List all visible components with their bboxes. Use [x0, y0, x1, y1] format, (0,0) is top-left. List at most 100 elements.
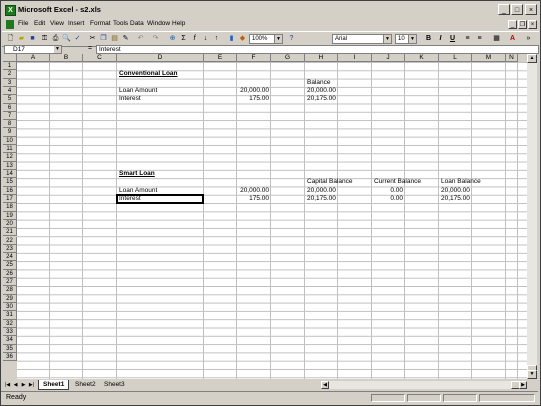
menu-tools[interactable]: Tools: [113, 20, 128, 27]
bold-button[interactable]: B: [424, 34, 433, 43]
cell-f4[interactable]: 20,000.00: [239, 87, 269, 95]
cell-h4[interactable]: 20,000.00: [307, 87, 336, 95]
hyperlink-icon[interactable]: ⊕: [168, 34, 177, 43]
row-header-17[interactable]: 17: [3, 194, 17, 204]
horizontal-scrollbar[interactable]: ◀ ▶: [321, 381, 527, 389]
format-painter-icon[interactable]: ✎: [121, 34, 130, 43]
row-header-7[interactable]: 7: [3, 111, 17, 121]
menu-view[interactable]: View: [50, 20, 64, 27]
cut-icon[interactable]: ✂: [88, 34, 97, 43]
menu-insert[interactable]: Insert: [68, 20, 84, 27]
row-header-18[interactable]: 18: [3, 203, 17, 212]
minimize-button[interactable]: _: [498, 4, 510, 15]
chevron-down-icon[interactable]: ▼: [274, 35, 282, 43]
zoom-combo[interactable]: 100% ▼: [249, 34, 283, 44]
row-header-21[interactable]: 21: [3, 228, 17, 237]
row-header-16[interactable]: 16: [3, 186, 17, 195]
workbook-icon[interactable]: [6, 20, 14, 29]
column-header-g[interactable]: G: [271, 54, 305, 62]
underline-button[interactable]: U: [448, 34, 457, 43]
cell-h5[interactable]: 20,175.00: [307, 95, 336, 103]
cell-h17[interactable]: 20,175.00: [307, 195, 336, 203]
menu-file[interactable]: File: [18, 20, 28, 27]
permission-icon[interactable]: ⚿: [40, 34, 49, 43]
row-header-34[interactable]: 34: [3, 336, 17, 345]
row-header-19[interactable]: 19: [3, 211, 17, 220]
row-header-13[interactable]: 13: [3, 161, 17, 171]
row-header-3[interactable]: 3: [3, 78, 17, 87]
italic-button[interactable]: I: [436, 34, 445, 43]
cell-f17[interactable]: 175.00: [239, 195, 269, 203]
row-header-12[interactable]: 12: [3, 153, 17, 162]
row-header-14[interactable]: 14: [3, 170, 17, 179]
first-sheet-icon[interactable]: |◀: [4, 381, 11, 389]
cell-d5[interactable]: Interest: [119, 95, 141, 103]
cell-l17[interactable]: 20,175.00: [441, 195, 470, 203]
row-header-9[interactable]: 9: [3, 128, 17, 137]
borders-icon[interactable]: ▦: [492, 34, 501, 43]
copy-icon[interactable]: ❐: [99, 34, 108, 43]
align-left-icon[interactable]: ≡: [463, 34, 472, 43]
font-size-combo[interactable]: 10 ▼: [395, 34, 417, 44]
row-header-4[interactable]: 4: [3, 86, 17, 96]
cell-h15[interactable]: Capital Balance: [307, 178, 353, 186]
prev-sheet-icon[interactable]: ◀: [12, 381, 19, 389]
scroll-up-icon[interactable]: ▲: [527, 54, 537, 63]
row-header-28[interactable]: 28: [3, 286, 17, 295]
function-icon[interactable]: f: [190, 34, 199, 43]
row-header-8[interactable]: 8: [3, 120, 17, 129]
column-header-j[interactable]: J: [372, 54, 405, 62]
select-all-corner[interactable]: [3, 54, 17, 62]
row-header-10[interactable]: 10: [3, 136, 17, 146]
column-header-b[interactable]: B: [50, 54, 83, 62]
cell-h3[interactable]: Balance: [307, 79, 331, 87]
row-header-20[interactable]: 20: [3, 219, 17, 229]
chart-wizard-icon[interactable]: ▮: [227, 34, 236, 43]
cell-l16[interactable]: 20,000.00: [441, 187, 470, 195]
row-header-15[interactable]: 15: [3, 178, 17, 187]
cell-f5[interactable]: 175.00: [239, 95, 269, 103]
row-header-33[interactable]: 33: [3, 327, 17, 337]
help-icon[interactable]: ?: [287, 34, 296, 43]
cell-j16[interactable]: 0.00: [374, 187, 403, 195]
scroll-down-icon[interactable]: ▼: [527, 370, 537, 379]
menu-help[interactable]: Help: [172, 20, 185, 27]
excel-app-icon[interactable]: X: [5, 5, 16, 16]
tab-sheet2[interactable]: Sheet2: [71, 380, 100, 389]
column-header-h[interactable]: H: [305, 54, 338, 62]
scroll-left-icon[interactable]: ◀: [321, 381, 329, 389]
redo-icon[interactable]: ↷: [151, 34, 160, 43]
font-color-icon[interactable]: A: [508, 34, 517, 43]
chevron-down-icon[interactable]: ▼: [54, 46, 61, 53]
row-header-27[interactable]: 27: [3, 278, 17, 287]
align-center-icon[interactable]: ≡: [475, 34, 484, 43]
paste-icon[interactable]: ▤: [110, 34, 119, 43]
doc-close-button[interactable]: ×: [528, 20, 537, 29]
menu-window[interactable]: Window: [147, 20, 170, 27]
chevron-down-icon[interactable]: ▼: [383, 35, 391, 43]
cell-d4[interactable]: Loan Amount: [119, 87, 157, 95]
next-sheet-icon[interactable]: ▶: [20, 381, 27, 389]
drawing-icon[interactable]: ◆: [238, 34, 247, 43]
tab-sheet3[interactable]: Sheet3: [100, 380, 129, 389]
column-header-m[interactable]: M: [472, 54, 506, 62]
column-header-i[interactable]: I: [338, 54, 372, 62]
column-header-l[interactable]: L: [439, 54, 472, 62]
row-header-23[interactable]: 23: [3, 244, 17, 254]
tab-sheet1[interactable]: Sheet1: [38, 380, 70, 390]
toolbar-options-icon[interactable]: »: [524, 34, 533, 43]
row-header-36[interactable]: 36: [3, 352, 17, 362]
cell-l15[interactable]: Loan Balance: [441, 178, 481, 186]
row-header-25[interactable]: 25: [3, 261, 17, 270]
last-sheet-icon[interactable]: ▶|: [28, 381, 35, 389]
cell-j17[interactable]: 0.00: [374, 195, 403, 203]
formula-input[interactable]: Interest: [96, 45, 539, 54]
cell-d2[interactable]: Conventional Loan: [119, 70, 178, 78]
row-header-35[interactable]: 35: [3, 344, 17, 353]
doc-restore-button[interactable]: ❐: [518, 20, 527, 29]
doc-minimize-button[interactable]: _: [508, 20, 517, 29]
menu-edit[interactable]: Edit: [34, 20, 45, 27]
cell-f16[interactable]: 20,000.00: [239, 187, 269, 195]
row-header-30[interactable]: 30: [3, 302, 17, 312]
menu-data[interactable]: Data: [130, 20, 144, 27]
